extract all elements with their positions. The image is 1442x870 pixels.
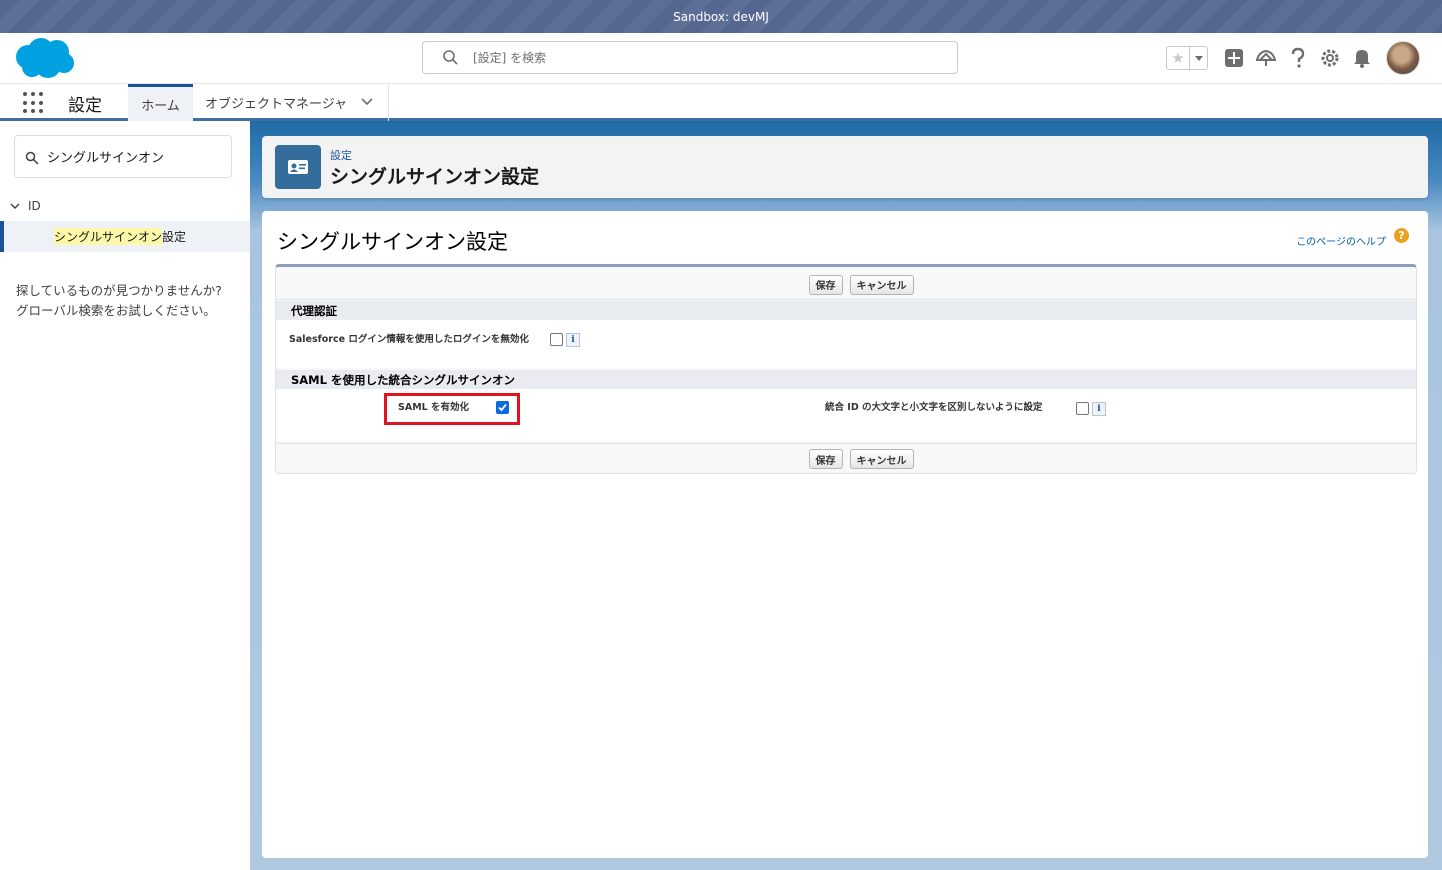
favorites-group: ★ <box>1166 46 1208 70</box>
disable-login-label: Salesforce ログイン情報を使用したログインを無効化 <box>289 334 529 345</box>
gear-icon[interactable] <box>1314 42 1346 74</box>
app-navigation: 設定 ホーム オブジェクトマネージャ <box>0 84 1442 121</box>
search-icon <box>25 150 39 165</box>
saml-highlight-box <box>384 393 520 425</box>
disable-login-checkbox[interactable] <box>550 333 563 346</box>
tab-object-manager-label: オブジェクトマネージャ <box>205 97 348 112</box>
section-body-delegated-auth: Salesforce ログイン情報を使用したログインを無効化 i <box>276 320 1416 368</box>
quick-find-box[interactable] <box>14 135 232 178</box>
page-title: シングルサインオン設定 <box>330 166 540 188</box>
user-avatar[interactable] <box>1386 41 1420 75</box>
chevron-down-icon[interactable] <box>10 199 20 213</box>
search-match-highlight: シングルサインオン <box>54 228 163 245</box>
help-icon[interactable] <box>1282 42 1314 74</box>
help-link[interactable]: このページのヘルプ <box>1296 233 1386 248</box>
content-title: シングルサインオン設定 <box>277 230 508 254</box>
sidebar-item-single-sign-on-settings[interactable]: シングルサインオン 設定 <box>0 221 250 252</box>
case-insensitive-checkbox[interactable] <box>1076 402 1089 415</box>
app-launcher-icon[interactable] <box>23 92 45 114</box>
page-header: 設定 シングルサインオン設定 <box>262 136 1428 198</box>
info-icon[interactable]: i <box>1092 402 1106 416</box>
sandbox-label: Sandbox: devMJ <box>673 9 769 24</box>
global-search-input[interactable] <box>473 50 913 65</box>
identity-card-icon <box>275 145 321 189</box>
help-icon[interactable]: ? <box>1394 228 1409 243</box>
save-button[interactable]: 保存 <box>808 274 843 295</box>
section-header-delegated-auth: 代理認証 <box>276 301 1416 320</box>
not-found-hint: 探しているものが見つかりませんか? グローバル検索をお試しください。 <box>16 281 244 321</box>
not-found-line2: グローバル検索をお試しください。 <box>16 303 216 318</box>
info-icon[interactable]: i <box>566 333 580 347</box>
header-utility-icons: ★ <box>1166 41 1420 75</box>
save-button[interactable]: 保存 <box>808 449 843 469</box>
search-icon <box>441 48 461 68</box>
plus-icon[interactable] <box>1218 42 1250 74</box>
chevron-down-icon[interactable] <box>1189 47 1207 69</box>
tab-home-label: ホーム <box>141 98 180 114</box>
sso-edit-form: 保存 キャンセル 代理認証 Salesforce ログイン情報を使用したログイン… <box>275 264 1417 474</box>
chevron-down-icon[interactable] <box>361 95 373 110</box>
tab-object-manager[interactable]: オブジェクトマネージャ <box>193 84 389 121</box>
section-header-saml: SAML を使用した統合シングルサインオン <box>276 370 1416 389</box>
tab-home[interactable]: ホーム <box>128 84 193 121</box>
bottom-button-row: 保存 キャンセル <box>276 443 1416 474</box>
app-name: 設定 <box>68 96 102 116</box>
quick-find-input[interactable] <box>47 149 227 164</box>
tree-node-label: ID <box>28 199 41 213</box>
case-insensitive-label: 統合 ID の大文字と小文字を区別しないように設定 <box>825 402 1043 413</box>
star-icon[interactable]: ★ <box>1167 47 1189 69</box>
salesforce-cloud-logo[interactable] <box>14 37 76 79</box>
trailhead-icon[interactable] <box>1250 42 1282 74</box>
cancel-button[interactable]: キャンセル <box>849 274 914 295</box>
global-search[interactable] <box>422 41 958 74</box>
sidebar-item-suffix: 設定 <box>162 230 187 244</box>
top-button-row: 保存 キャンセル <box>276 270 1416 300</box>
not-found-line1: 探しているものが見つかりませんか? <box>16 283 222 298</box>
global-header: ★ <box>0 33 1442 84</box>
sandbox-banner: Sandbox: devMJ <box>0 0 1442 33</box>
content-card: シングルサインオン設定 このページのヘルプ ? 保存 キャンセル 代理認証 Sa… <box>262 211 1428 858</box>
bell-icon[interactable] <box>1346 42 1378 74</box>
tree-node-id[interactable]: ID <box>10 199 41 213</box>
main-content-area: 設定 シングルサインオン設定 シングルサインオン設定 このページのヘルプ ? 保… <box>250 121 1442 870</box>
cancel-button[interactable]: キャンセル <box>849 449 914 469</box>
setup-sidebar: ID シングルサインオン設定 探しているものが見つかりませんか? グローバル検索… <box>0 121 250 870</box>
breadcrumb[interactable]: 設定 <box>330 147 352 163</box>
